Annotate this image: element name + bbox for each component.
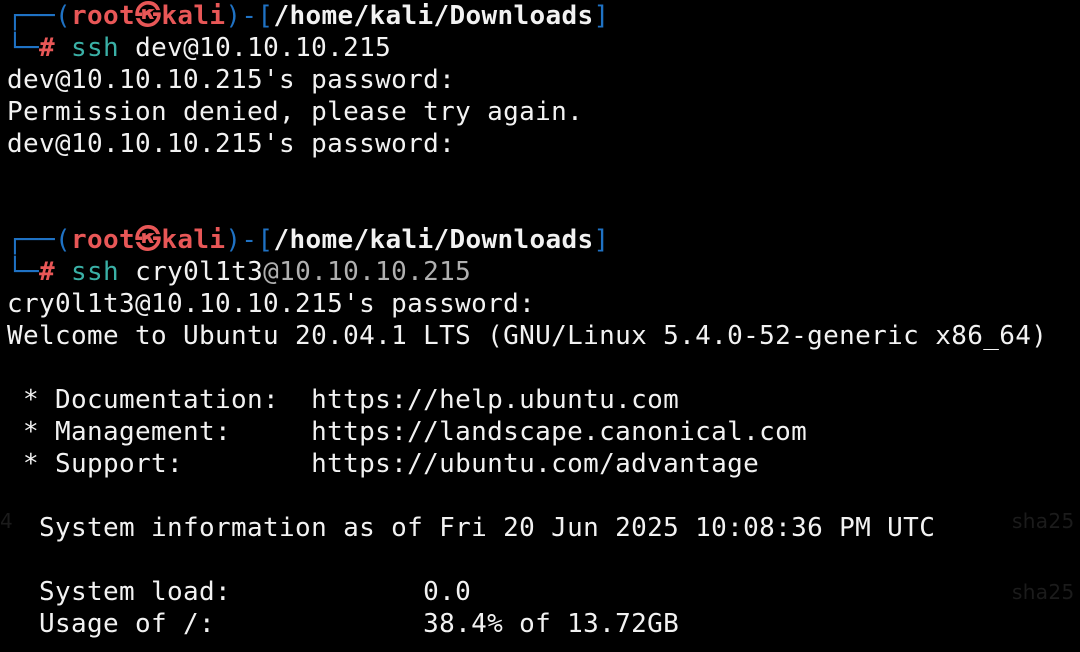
command-name: ssh xyxy=(71,33,120,63)
link-management: * Management: https://landscape.canonica… xyxy=(7,417,808,447)
disk-usage: Usage of /: 38.4% of 13.72GB xyxy=(7,609,680,639)
prompt-line-top: ┌──(root㉿kali)-[/home/kali/Downloads] xyxy=(7,0,610,32)
prompt-hash: # xyxy=(39,33,56,63)
prompt-path: /home/kali/Downloads xyxy=(273,225,594,255)
output-line: cry0l1t3@10.10.10.215's password: xyxy=(7,289,536,319)
system-load: System load: 0.0 xyxy=(7,577,472,607)
prompt-close: ] xyxy=(593,1,610,31)
ghost-text: sha25 xyxy=(1012,509,1075,533)
output-line: dev@10.10.10.215's password: xyxy=(7,65,456,95)
prompt-line-command: └─# ssh dev@10.10.10.215 xyxy=(7,32,391,64)
prompt-paren: ( xyxy=(55,225,72,255)
prompt-separator: )-[ xyxy=(225,225,274,255)
prompt-frame: ┌── xyxy=(7,1,56,31)
command-argument-host: @10.10.10.215 xyxy=(263,257,472,287)
prompt-separator: )-[ xyxy=(225,1,274,31)
prompt-hash: # xyxy=(39,257,56,287)
prompt-user: root xyxy=(71,225,136,255)
output-line: dev@10.10.10.215's password: xyxy=(7,129,456,159)
kali-skull-icon: ㉿ xyxy=(135,1,162,31)
output-line: Permission denied, please try again. xyxy=(7,97,584,127)
prompt-user: root xyxy=(71,1,136,31)
command-argument: dev@10.10.10.215 xyxy=(135,33,392,63)
prompt-frame: ┌── xyxy=(7,225,56,255)
prompt-frame: └─ xyxy=(7,33,40,63)
prompt-close: ] xyxy=(593,225,610,255)
prompt-frame: └─ xyxy=(7,257,40,287)
welcome-banner: Welcome to Ubuntu 20.04.1 LTS (GNU/Linux… xyxy=(7,321,1048,351)
prompt-paren: ( xyxy=(55,1,72,31)
prompt-path: /home/kali/Downloads xyxy=(273,1,594,31)
terminal-window[interactable]: 4 sha25 sha25 ┌──(root㉿kali)-[/home/kali… xyxy=(0,0,1080,652)
link-support: * Support: https://ubuntu.com/advantage xyxy=(7,449,760,479)
system-info-header: System information as of Fri 20 Jun 2025… xyxy=(7,513,936,543)
prompt-host: kali xyxy=(161,225,226,255)
prompt-line-top: ┌──(root㉿kali)-[/home/kali/Downloads] xyxy=(7,224,610,256)
prompt-host: kali xyxy=(161,1,226,31)
command-argument-user: cry0l1t3 xyxy=(135,257,264,287)
kali-skull-icon: ㉿ xyxy=(135,225,162,255)
prompt-line-command: └─# ssh cry0l1t3@10.10.10.215 xyxy=(7,256,471,288)
link-documentation: * Documentation: https://help.ubuntu.com xyxy=(7,385,680,415)
ghost-text: sha25 xyxy=(1012,580,1075,604)
command-name: ssh xyxy=(71,257,120,287)
